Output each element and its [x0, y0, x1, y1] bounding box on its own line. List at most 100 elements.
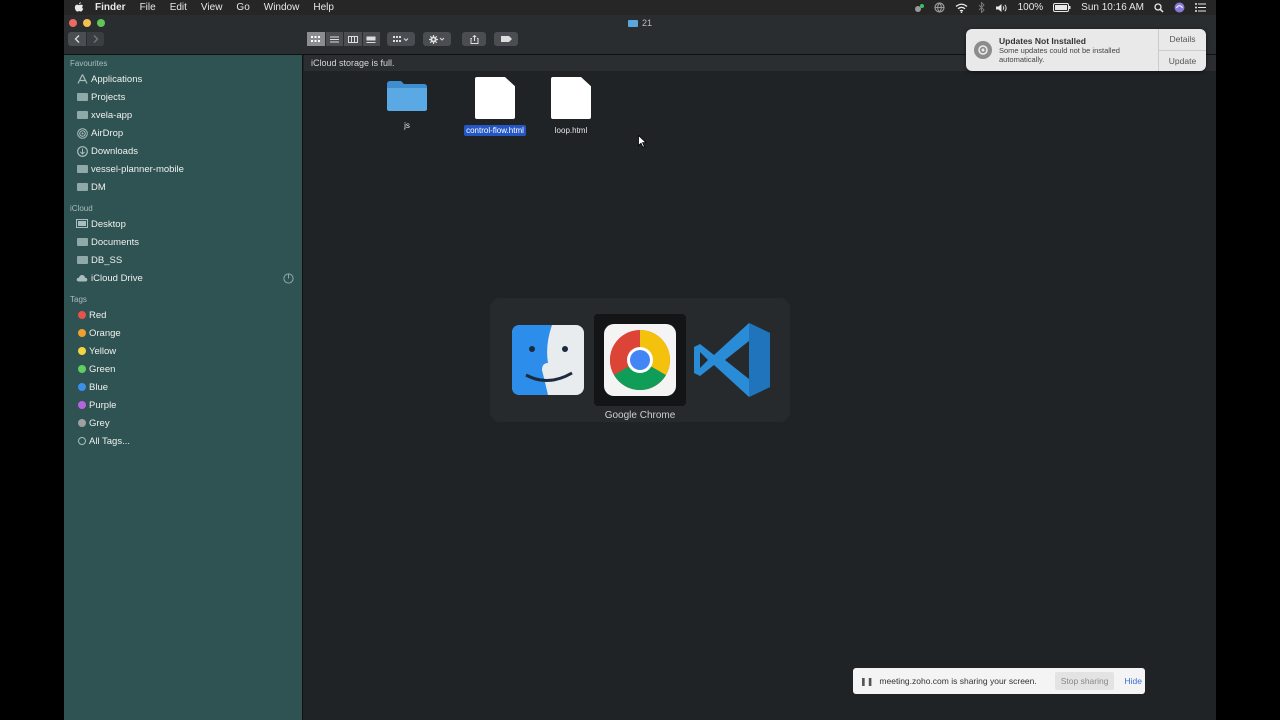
minimize-window-button[interactable]: [83, 19, 91, 27]
menu-edit[interactable]: Edit: [163, 2, 194, 13]
chrome-icon: [604, 324, 676, 396]
details-button[interactable]: Details: [1159, 29, 1206, 50]
switcher-app-vscode[interactable]: [686, 314, 778, 406]
folder-icon: [76, 182, 88, 192]
sidebar-tag-red[interactable]: Red: [76, 307, 298, 323]
sidebar-item-db-ss[interactable]: DB_SS: [76, 252, 298, 268]
bluetooth-icon[interactable]: [978, 2, 985, 13]
sidebar-item-dm[interactable]: DM: [76, 179, 298, 195]
applications-icon: [76, 74, 88, 84]
sidebar-item-desktop[interactable]: Desktop: [76, 216, 298, 232]
sidebar-item-label: DM: [91, 181, 106, 193]
list-icon: [329, 36, 339, 42]
file-name: loop.html: [554, 126, 588, 135]
chevron-right-icon: [93, 35, 98, 43]
zoom-window-button[interactable]: [97, 19, 105, 27]
cloud-icon: [76, 273, 88, 283]
menu-finder[interactable]: Finder: [88, 2, 133, 13]
sidebar-item-label: Green: [89, 363, 116, 375]
sidebar-item-label: xvela-app: [91, 109, 133, 121]
sidebar-section-icloud: iCloud: [70, 204, 93, 213]
updates-notification[interactable]: Updates Not Installed Some updates could…: [966, 29, 1206, 71]
switcher-app-finder[interactable]: [502, 314, 594, 406]
sync-progress-icon: [283, 272, 294, 284]
sidebar-item-label: DB_SS: [91, 254, 123, 266]
desktop-icon: [76, 219, 88, 229]
sidebar-item-icloud-drive[interactable]: iCloud Drive: [76, 270, 298, 286]
share-icon: [470, 34, 478, 44]
action-menu-button[interactable]: [423, 32, 451, 46]
close-window-button[interactable]: [69, 19, 77, 27]
sidebar-tag-purple[interactable]: Purple: [76, 397, 298, 413]
sidebar-item-label: Blue: [89, 381, 109, 393]
column-view-button[interactable]: [344, 32, 363, 46]
app-switcher: Google Chrome: [490, 298, 790, 422]
menu-go[interactable]: Go: [229, 2, 256, 13]
sidebar-all-tags[interactable]: All Tags...: [76, 433, 298, 449]
sidebar-item-label: Projects: [91, 91, 126, 103]
battery-icon[interactable]: [1053, 3, 1071, 12]
file-item-control-flow[interactable]: control-flow.html: [455, 77, 535, 136]
forward-button[interactable]: [87, 32, 104, 46]
sidebar-item-label: Red: [89, 309, 107, 321]
sidebar-tag-orange[interactable]: Orange: [76, 325, 298, 341]
sidebar-item-airdrop[interactable]: AirDrop: [76, 125, 298, 141]
siri-icon[interactable]: [1174, 2, 1185, 13]
sidebar-item-label: vessel-planner-mobile: [91, 163, 184, 175]
vscode-icon: [694, 323, 770, 397]
sidebar-item-xvela-app[interactable]: xvela-app: [76, 107, 298, 123]
back-button[interactable]: [68, 32, 86, 46]
sidebar-tag-yellow[interactable]: Yellow: [76, 343, 298, 359]
sidebar-tag-blue[interactable]: Blue: [76, 379, 298, 395]
settings-gear-icon: [974, 41, 992, 59]
orange-tag-dot: [78, 329, 86, 337]
sidebar: Favourites Applications Projects xvela-a…: [64, 55, 303, 720]
clock[interactable]: Sun 10:16 AM: [1081, 2, 1144, 13]
folder-icon: [387, 81, 427, 111]
group-by-button[interactable]: [387, 32, 415, 46]
sidebar-item-label: Desktop: [91, 218, 126, 230]
sidebar-item-vessel-planner-mobile[interactable]: vessel-planner-mobile: [76, 161, 298, 177]
hide-button[interactable]: Hide: [1124, 676, 1141, 686]
stop-sharing-button[interactable]: Stop sharing: [1054, 672, 1115, 690]
sidebar-item-documents[interactable]: Documents: [76, 234, 298, 250]
globe-icon[interactable]: [933, 2, 945, 13]
sidebar-tag-grey[interactable]: Grey: [76, 415, 298, 431]
edit-tags-button[interactable]: [494, 32, 518, 46]
notification-center-icon[interactable]: [1195, 3, 1206, 12]
status-app-icon[interactable]: [914, 3, 924, 13]
battery-percentage: 100%: [1017, 2, 1044, 13]
sidebar-item-label: Yellow: [89, 345, 117, 357]
wifi-icon[interactable]: [955, 3, 968, 13]
sidebar-item-downloads[interactable]: Downloads: [76, 143, 298, 159]
menu-help[interactable]: Help: [306, 2, 341, 13]
file-item-js[interactable]: js: [367, 80, 447, 131]
sidebar-item-applications[interactable]: Applications: [76, 71, 298, 87]
share-button[interactable]: [462, 32, 486, 46]
spotlight-search-icon[interactable]: [1154, 2, 1164, 13]
menu-bar: Finder File Edit View Go Window Help 100…: [64, 0, 1216, 15]
menu-view[interactable]: View: [194, 2, 230, 13]
menu-window[interactable]: Window: [257, 2, 307, 13]
volume-icon[interactable]: [995, 3, 1008, 13]
gallery-view-button[interactable]: [362, 32, 381, 46]
menu-file[interactable]: File: [133, 2, 163, 13]
document-icon: [76, 237, 88, 247]
sidebar-tag-green[interactable]: Green: [76, 361, 298, 377]
file-item-loop[interactable]: loop.html: [531, 77, 611, 136]
icon-view-button[interactable]: [307, 32, 326, 46]
gear-icon: [429, 34, 445, 44]
apple-icon[interactable]: [74, 2, 84, 13]
yellow-tag-dot: [78, 347, 86, 355]
sidebar-item-projects[interactable]: Projects: [76, 89, 298, 105]
sidebar-item-label: AirDrop: [91, 127, 124, 139]
list-view-button[interactable]: [325, 32, 344, 46]
screen-sharing-bar: ❚❚ meeting.zoho.com is sharing your scre…: [853, 668, 1145, 694]
update-button[interactable]: Update: [1159, 49, 1206, 72]
downloads-icon: [76, 145, 88, 157]
switcher-app-google-chrome[interactable]: [594, 314, 686, 406]
window-title-text: 21: [642, 18, 653, 28]
sidebar-item-label: Orange: [89, 327, 121, 339]
switcher-selected-app-label: Google Chrome: [604, 410, 676, 421]
sidebar-item-label: Downloads: [91, 145, 138, 157]
